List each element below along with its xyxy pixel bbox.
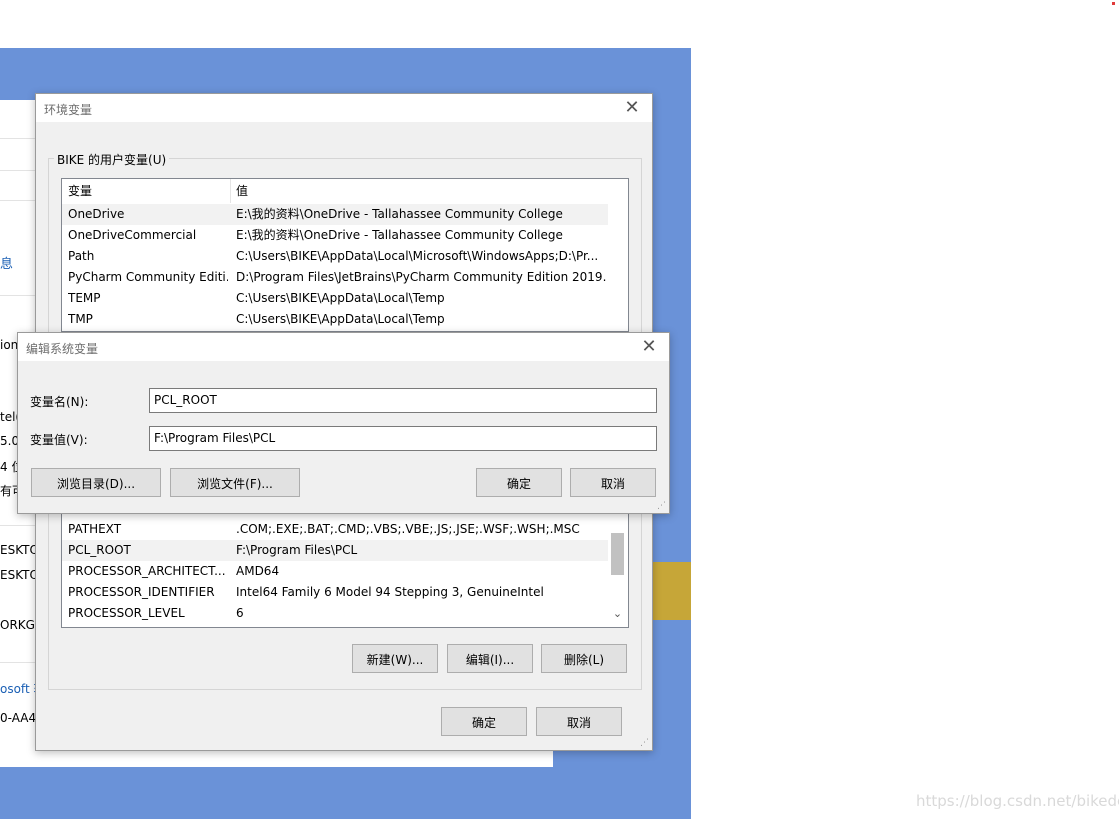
var-name: OneDrive [68, 207, 125, 221]
list-item[interactable]: PATHEXT .COM;.EXE;.BAT;.CMD;.VBS;.VBE;.J… [62, 519, 608, 540]
browse-file-button[interactable]: 浏览文件(F)... [170, 468, 300, 497]
chevron-down-icon[interactable]: ⌄ [611, 607, 624, 620]
var-value: C:\Users\BIKE\AppData\Local\Temp [236, 312, 445, 326]
dialog-title: 环境变量 [44, 103, 93, 117]
divider [0, 295, 40, 296]
title-bar: 编辑系统变量 ✕ [18, 333, 669, 361]
list-item[interactable]: PCL_ROOT F:\Program Files\PCL [62, 540, 608, 561]
list-item[interactable]: PROCESSOR_LEVEL 6 [62, 603, 608, 624]
bg-fragment[interactable]: 息 [0, 253, 13, 272]
new-button-label: 新建(W)... [366, 653, 424, 667]
var-name: TMP [68, 312, 93, 326]
divider [0, 170, 40, 171]
divider [0, 138, 40, 139]
var-name: PCL_ROOT [68, 543, 131, 557]
var-name-label: 变量名(N): [30, 395, 89, 409]
ok-button-label: 确定 [506, 477, 531, 491]
var-value: Intel64 Family 6 Model 94 Stepping 3, Ge… [236, 585, 544, 599]
divider [0, 525, 40, 526]
var-value: C:\Users\BIKE\AppData\Local\Microsoft\Wi… [236, 249, 599, 263]
bg-fragment: ESKTO [0, 543, 39, 557]
var-name: PROCESSOR_ARCHITECT... [68, 564, 226, 578]
var-name: Path [68, 249, 95, 263]
title-bar: 环境变量 ✕ [36, 94, 652, 122]
delete-button[interactable]: 删除(L) [541, 644, 627, 673]
close-icon[interactable]: ✕ [620, 96, 644, 120]
ok-button[interactable]: 确定 [476, 468, 562, 497]
var-name: PyCharm Community Editi... [68, 270, 228, 284]
scrollbar-thumb[interactable] [611, 533, 624, 575]
var-value: C:\Users\BIKE\AppData\Local\Temp [236, 291, 445, 305]
bg-fragment: ion [0, 338, 19, 352]
list-item[interactable]: OneDriveCommercial E:\我的资料\OneDrive - Ta… [62, 225, 608, 246]
browse-dir-label: 浏览目录(D)... [56, 477, 136, 491]
var-name: PROCESSOR_LEVEL [68, 606, 185, 620]
list-item[interactable]: TEMP C:\Users\BIKE\AppData\Local\Temp [62, 288, 608, 309]
new-button[interactable]: 新建(W)... [352, 644, 438, 673]
ok-button[interactable]: 确定 [441, 707, 527, 736]
list-item[interactable]: PyCharm Community Editi... D:\Program Fi… [62, 267, 608, 288]
var-name: PATHEXT [68, 522, 122, 536]
column-header-value[interactable]: 值 [236, 179, 606, 203]
var-value: E:\我的资料\OneDrive - Tallahassee Community… [236, 207, 563, 221]
bg-fragment: ESKTO [0, 568, 39, 582]
divider [0, 662, 40, 663]
system-vars-list[interactable]: PATHEXT .COM;.EXE;.BAT;.CMD;.VBS;.VBE;.J… [61, 504, 629, 628]
var-name-input[interactable]: PCL_ROOT [149, 388, 657, 413]
close-icon[interactable]: ✕ [637, 335, 661, 359]
var-value: 6 [236, 606, 244, 620]
list-item[interactable]: TMP C:\Users\BIKE\AppData\Local\Temp [62, 309, 608, 330]
cancel-button-label: 取消 [566, 716, 591, 730]
var-name: TEMP [68, 291, 101, 305]
var-value: D:\Program Files\JetBrains\PyCharm Commu… [236, 270, 606, 284]
resize-grip-icon[interactable]: ⋰ [657, 501, 667, 511]
browse-dir-button[interactable]: 浏览目录(D)... [31, 468, 161, 497]
cancel-button[interactable]: 取消 [536, 707, 622, 736]
var-name: PROCESSOR_IDENTIFIER [68, 585, 215, 599]
list-item[interactable]: OneDrive E:\我的资料\OneDrive - Tallahassee … [62, 204, 608, 225]
ok-button-label: 确定 [471, 716, 496, 730]
list-item[interactable]: PROCESSOR_ARCHITECT... AMD64 [62, 561, 608, 582]
edit-button-label: 编辑(I)... [465, 653, 515, 667]
bg-fragment: ORKG [0, 618, 35, 632]
edit-var-dialog: 编辑系统变量 ✕ 变量名(N): PCL_ROOT 变量值(V): F:\Pro… [17, 332, 670, 514]
column-header-name[interactable]: 变量 [68, 179, 228, 203]
delete-button-label: 删除(L) [563, 653, 605, 667]
var-value: .COM;.EXE;.BAT;.CMD;.VBS;.VBE;.JS;.JSE;.… [236, 522, 580, 536]
var-value-label: 变量值(V): [30, 433, 88, 447]
edit-button[interactable]: 编辑(I)... [447, 644, 533, 673]
cancel-button[interactable]: 取消 [570, 468, 656, 497]
user-vars-group-label: BIKE 的用户变量(U) [54, 151, 170, 168]
divider [0, 200, 40, 201]
dialog-title: 编辑系统变量 [26, 342, 99, 356]
browse-file-label: 浏览文件(F)... [197, 477, 273, 491]
var-value: F:\Program Files\PCL [236, 543, 358, 557]
list-header: 变量 值 [62, 179, 608, 203]
resize-grip-icon[interactable]: ⋰ [640, 738, 650, 748]
user-vars-list[interactable]: 变量 值 OneDrive E:\我的资料\OneDrive - Tallaha… [61, 178, 629, 332]
red-dot [1112, 2, 1115, 5]
watermark: https://blog.csdn.net/bikede [916, 792, 1119, 810]
var-value: E:\我的资料\OneDrive - Tallahassee Community… [236, 228, 563, 242]
var-value-input[interactable]: F:\Program Files\PCL [149, 426, 657, 451]
cancel-button-label: 取消 [600, 477, 625, 491]
list-item[interactable]: Path C:\Users\BIKE\AppData\Local\Microso… [62, 246, 608, 267]
list-item[interactable]: PROCESSOR_IDENTIFIER Intel64 Family 6 Mo… [62, 582, 608, 603]
var-value: AMD64 [236, 564, 280, 578]
var-name: OneDriveCommercial [68, 228, 197, 242]
